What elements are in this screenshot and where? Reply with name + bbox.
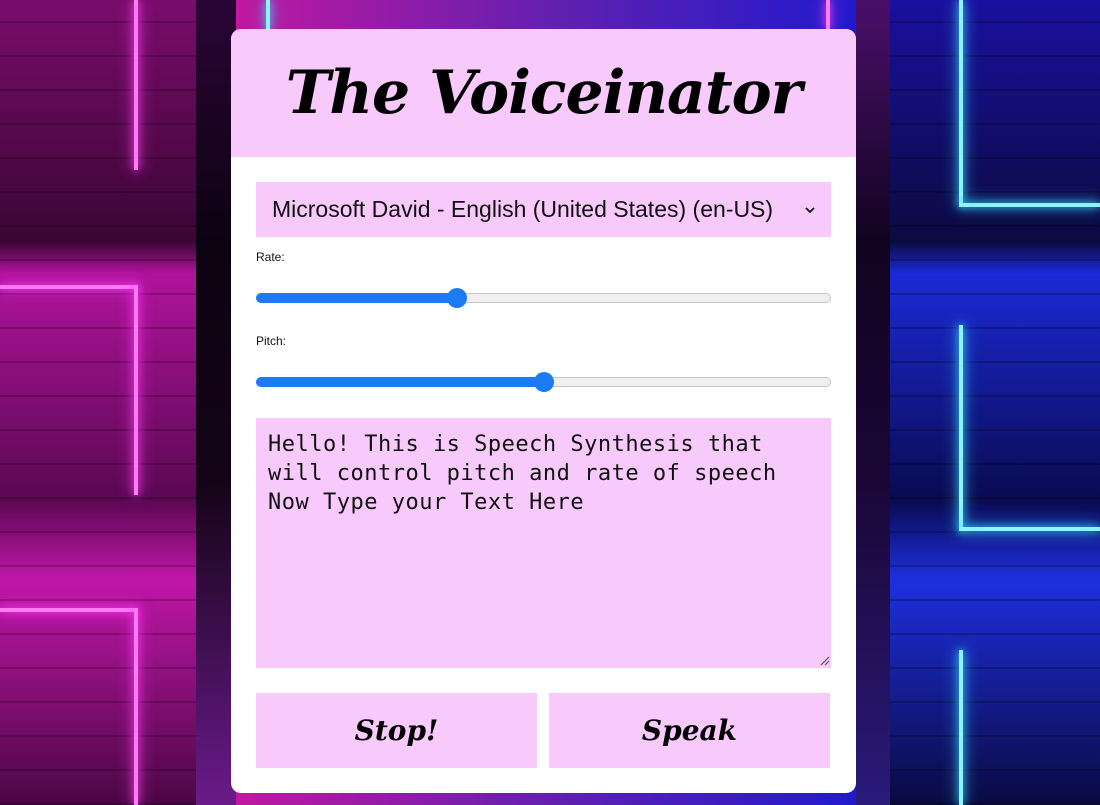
- rate-label: Rate:: [256, 250, 285, 264]
- chevron-down-icon: [805, 206, 815, 213]
- page-title: The Voiceinator: [285, 58, 803, 128]
- pitch-slider-thumb[interactable]: [533, 372, 554, 392]
- voice-select[interactable]: Microsoft David - English (United States…: [256, 182, 831, 237]
- header: The Voiceinator: [231, 29, 856, 157]
- pitch-label: Pitch:: [256, 334, 287, 348]
- rate-slider-thumb[interactable]: [447, 288, 468, 308]
- voiceinator-card: The Voiceinator Microsoft David - Englis…: [231, 29, 856, 793]
- resize-handle-icon[interactable]: [818, 654, 830, 666]
- pitch-slider[interactable]: [256, 372, 831, 392]
- pitch-slider-fill: [256, 377, 544, 387]
- rate-slider[interactable]: [256, 288, 831, 308]
- rate-slider-fill: [256, 293, 458, 303]
- message-textarea[interactable]: Hello! This is Speech Synthesis that wil…: [256, 418, 831, 668]
- speak-button[interactable]: Speak: [549, 693, 830, 768]
- voice-select-value: Microsoft David - English (United States…: [272, 196, 774, 222]
- stop-button[interactable]: Stop!: [256, 693, 537, 768]
